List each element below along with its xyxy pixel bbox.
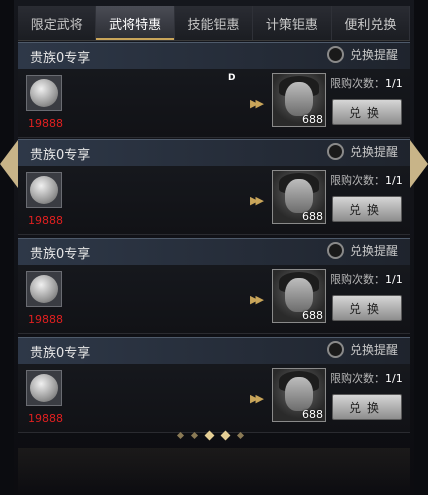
reminder-label: 兑换提醒 bbox=[349, 244, 398, 258]
offer-card-body: 19888 ▶▶ 688 限购次数：1/1 兑换 bbox=[18, 265, 410, 334]
reminder-label: 兑换提醒 bbox=[349, 343, 398, 357]
offer-card-header: 贵族0专享 兑换提醒 bbox=[18, 42, 410, 69]
exchange-reminder-toggle[interactable]: 兑换提醒 bbox=[326, 242, 398, 259]
bottom-decoration bbox=[18, 448, 410, 495]
exchange-button[interactable]: 兑换 bbox=[332, 99, 402, 125]
hero-fragment-count: 688 bbox=[302, 309, 323, 322]
offer-card-body: 19888 ▶▶ 688 限购次数：1/1 兑换 bbox=[18, 364, 410, 433]
right-arrow-icon[interactable] bbox=[410, 140, 428, 188]
hero-portrait[interactable]: 688 bbox=[272, 170, 326, 224]
hero-fragment-count: 688 bbox=[302, 113, 323, 126]
offer-card: 贵族0专享 兑换提醒 19888 ▶▶ 688 限购次数：1/1 兑换 bbox=[18, 238, 410, 334]
page-dot-active[interactable] bbox=[220, 430, 231, 441]
limit-count: 1/1 bbox=[385, 77, 403, 90]
offer-title: 贵族0专享 bbox=[30, 346, 91, 361]
double-chevron-icon: ▶▶ bbox=[250, 194, 264, 207]
exchange-button[interactable]: 兑换 bbox=[332, 295, 402, 321]
price-value: 19888 bbox=[28, 117, 63, 130]
offer-card-header: 贵族0专享 兑换提醒 bbox=[18, 238, 410, 265]
offer-card-body: 19888 D ▶▶ 688 限购次数：1/1 兑换 bbox=[18, 69, 410, 138]
tab-bar: 限定武将 武将特惠 技能钜惠 计策钜惠 便利兑换 bbox=[18, 6, 411, 41]
silver-coin-icon bbox=[26, 172, 62, 208]
offer-title: 贵族0专享 bbox=[30, 247, 91, 262]
limit-count: 1/1 bbox=[385, 372, 403, 385]
cursor-mark: D bbox=[228, 73, 236, 83]
offer-card-header: 贵族0专享 兑换提醒 bbox=[18, 337, 410, 364]
silver-coin-icon bbox=[26, 370, 62, 406]
tab-convenience-exchange[interactable]: 便利兑换 bbox=[332, 6, 411, 40]
page-dot[interactable] bbox=[236, 431, 245, 440]
tab-limited-generals[interactable]: 限定武将 bbox=[18, 6, 97, 40]
purchase-limit: 限购次数：1/1 bbox=[330, 370, 403, 386]
tab-skill-deals[interactable]: 技能钜惠 bbox=[175, 6, 254, 40]
page-dot[interactable] bbox=[190, 431, 199, 440]
silver-coin-icon bbox=[26, 75, 62, 111]
page-indicator bbox=[176, 430, 245, 441]
hero-fragment-count: 688 bbox=[302, 408, 323, 421]
limit-label: 限购次数： bbox=[330, 77, 385, 90]
silver-coin-icon bbox=[26, 271, 62, 307]
exchange-reminder-toggle[interactable]: 兑换提醒 bbox=[326, 143, 398, 160]
limit-count: 1/1 bbox=[385, 174, 403, 187]
offer-title: 贵族0专享 bbox=[30, 51, 91, 66]
double-chevron-icon: ▶▶ bbox=[250, 97, 264, 110]
offer-title: 贵族0专享 bbox=[30, 148, 91, 163]
hero-portrait[interactable]: 688 bbox=[272, 73, 326, 127]
purchase-limit: 限购次数：1/1 bbox=[330, 75, 403, 91]
exchange-reminder-toggle[interactable]: 兑换提醒 bbox=[326, 46, 398, 63]
hero-fragment-count: 688 bbox=[302, 210, 323, 223]
offer-card-header: 贵族0专享 兑换提醒 bbox=[18, 139, 410, 166]
hero-portrait[interactable]: 688 bbox=[272, 269, 326, 323]
reminder-radio-icon[interactable] bbox=[326, 46, 344, 63]
price-value: 19888 bbox=[28, 412, 63, 425]
double-chevron-icon: ▶▶ bbox=[250, 392, 264, 405]
limit-label: 限购次数： bbox=[330, 273, 385, 286]
offer-card: 贵族0专享 兑换提醒 19888 ▶▶ 688 限购次数：1/1 兑换 bbox=[18, 139, 410, 235]
price-value: 19888 bbox=[28, 214, 63, 227]
exchange-reminder-toggle[interactable]: 兑换提醒 bbox=[326, 341, 398, 358]
exchange-button[interactable]: 兑换 bbox=[332, 394, 402, 420]
purchase-limit: 限购次数：1/1 bbox=[330, 172, 403, 188]
tab-general-deals[interactable]: 武将特惠 bbox=[96, 6, 175, 40]
limit-label: 限购次数： bbox=[330, 372, 385, 385]
page-dot-active[interactable] bbox=[204, 430, 215, 441]
reminder-radio-icon[interactable] bbox=[326, 242, 344, 259]
limit-label: 限购次数： bbox=[330, 174, 385, 187]
reminder-label: 兑换提醒 bbox=[349, 48, 398, 62]
reminder-label: 兑换提醒 bbox=[349, 145, 398, 159]
purchase-limit: 限购次数：1/1 bbox=[330, 271, 403, 287]
tab-strategy-deals[interactable]: 计策钜惠 bbox=[253, 6, 332, 40]
price-value: 19888 bbox=[28, 313, 63, 326]
offer-card: 贵族0专享 兑换提醒 19888 D ▶▶ 688 限购次数：1/1 兑换 bbox=[18, 42, 410, 138]
page-dot[interactable] bbox=[176, 431, 185, 440]
limit-count: 1/1 bbox=[385, 273, 403, 286]
hero-portrait[interactable]: 688 bbox=[272, 368, 326, 422]
exchange-button[interactable]: 兑换 bbox=[332, 196, 402, 222]
offer-card: 贵族0专享 兑换提醒 19888 ▶▶ 688 限购次数：1/1 兑换 bbox=[18, 337, 410, 433]
offer-card-body: 19888 ▶▶ 688 限购次数：1/1 兑换 bbox=[18, 166, 410, 235]
left-arrow-icon[interactable] bbox=[0, 140, 18, 188]
reminder-radio-icon[interactable] bbox=[326, 341, 344, 358]
double-chevron-icon: ▶▶ bbox=[250, 293, 264, 306]
reminder-radio-icon[interactable] bbox=[326, 143, 344, 160]
